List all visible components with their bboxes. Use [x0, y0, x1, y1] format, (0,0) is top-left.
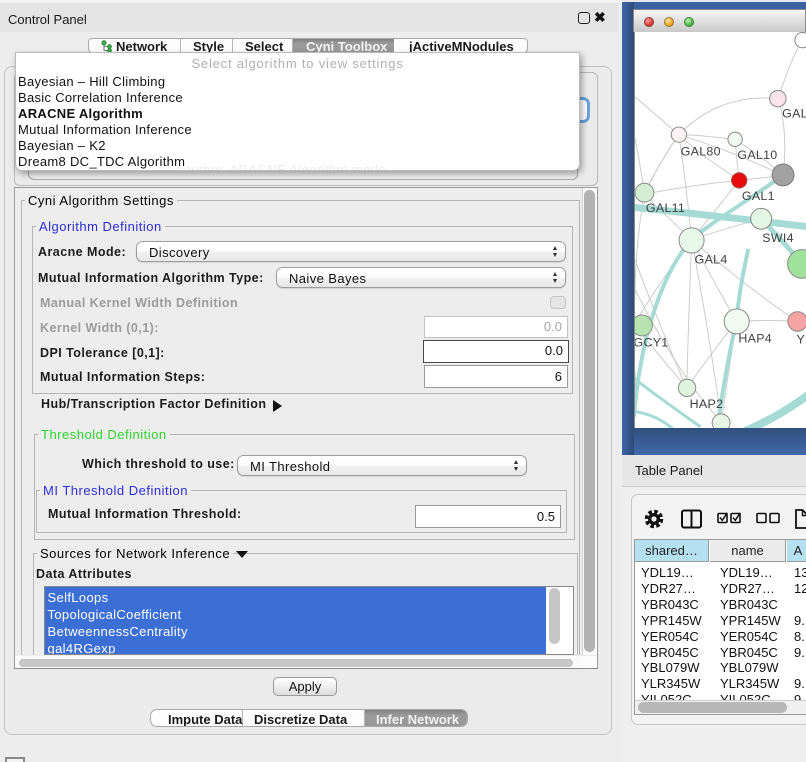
- svg-text:GAL10: GAL10: [737, 148, 777, 162]
- svg-text:GAL11: GAL11: [646, 201, 685, 215]
- svg-text:GAL80: GAL80: [681, 144, 721, 158]
- svg-text:HAP2: HAP2: [690, 397, 724, 411]
- svg-text:SWI4: SWI4: [762, 231, 794, 245]
- svg-text:GAL4: GAL4: [695, 252, 728, 266]
- svg-text:Y: Y: [797, 332, 806, 346]
- svg-text:GCY1: GCY1: [634, 335, 668, 349]
- svg-text:GAL7: GAL7: [782, 107, 806, 121]
- svg-text:HAP4: HAP4: [738, 331, 772, 345]
- svg-text:GAL1: GAL1: [742, 189, 775, 203]
